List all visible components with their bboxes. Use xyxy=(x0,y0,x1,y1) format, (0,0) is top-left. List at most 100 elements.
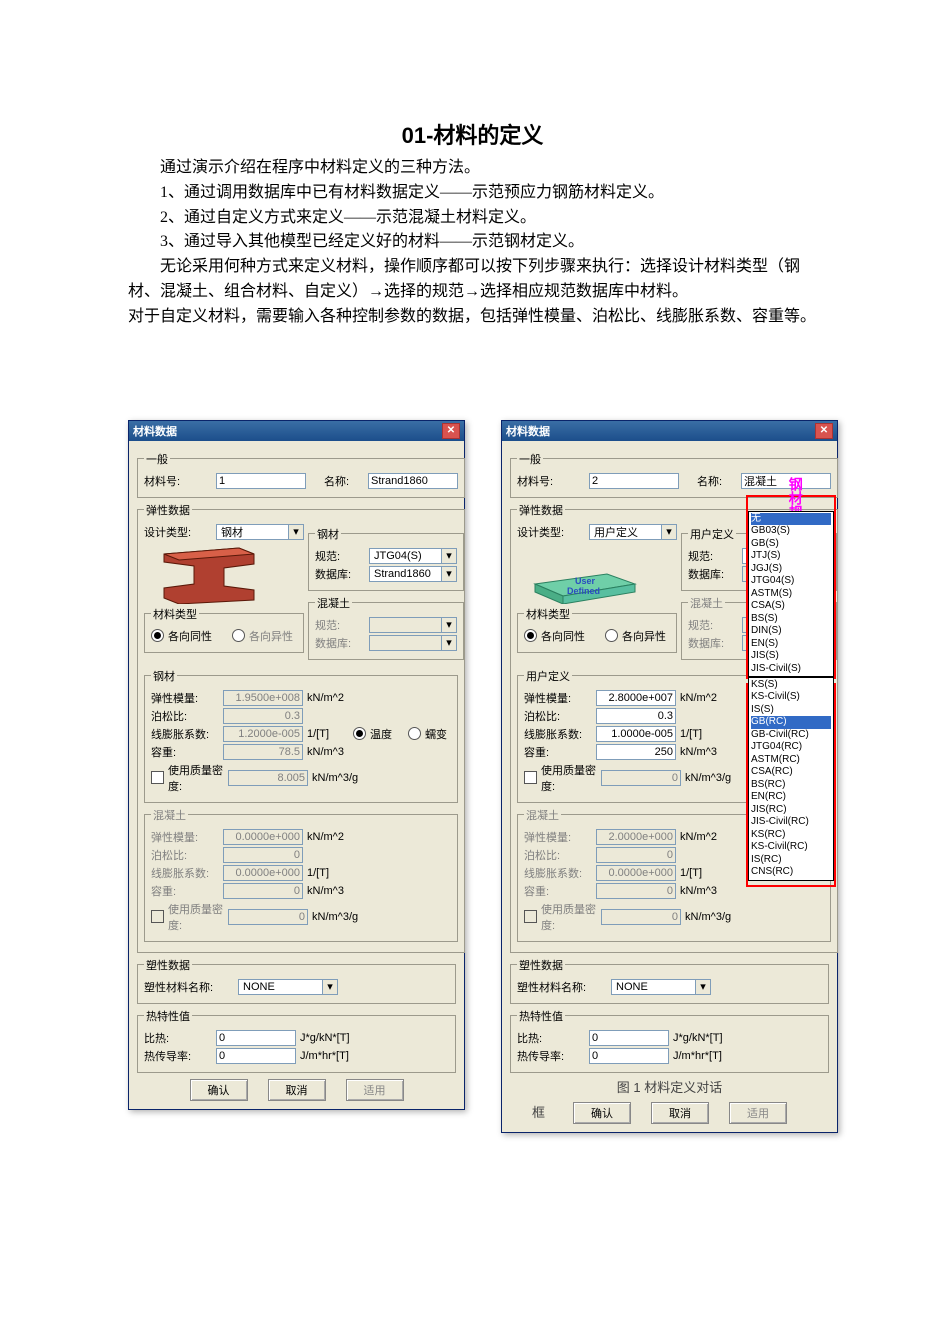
input-specheat[interactable] xyxy=(589,1030,669,1046)
spec-option[interactable]: ASTM(RC) xyxy=(751,754,831,767)
spec-option[interactable]: 无 xyxy=(751,513,831,526)
spec-option[interactable]: JIS(S) xyxy=(751,650,831,663)
input-matno[interactable] xyxy=(216,473,306,489)
group-elastic-legend: 弹性数据 xyxy=(144,502,192,518)
input-conduct[interactable] xyxy=(589,1048,669,1064)
input-poisson[interactable] xyxy=(596,708,676,724)
spec-option[interactable]: JTG04(RC) xyxy=(751,741,831,754)
doc-p4: 3、通过导入其他模型已经定义好的材料——示范钢材定义。 xyxy=(128,230,817,255)
spec-option[interactable]: GB(S) xyxy=(751,538,831,551)
group-mattype-legend: 材料类型 xyxy=(524,606,572,622)
label-cpois: 泊松比: xyxy=(151,847,219,863)
checkbox-cmd xyxy=(151,910,164,923)
dialog-titlebar[interactable]: 材料数据 ✕ xyxy=(502,421,837,441)
label-gamma: 容重: xyxy=(524,744,592,760)
spec-option[interactable]: JIS-Civil(RC) xyxy=(751,816,831,829)
input-conduct[interactable] xyxy=(216,1048,296,1064)
chevron-down-icon: ▾ xyxy=(288,525,303,539)
spec-option[interactable]: ASTM(S) xyxy=(751,588,831,601)
spec-option[interactable]: DIN(S) xyxy=(751,625,831,638)
input-cE xyxy=(596,829,676,845)
select-designtype[interactable]: 用户定义 ▾ xyxy=(589,524,677,540)
spec-option[interactable]: JTJ(S) xyxy=(751,550,831,563)
dialog-title: 材料数据 xyxy=(133,423,442,439)
group-steel-spec-legend: 钢材 xyxy=(315,526,341,542)
close-icon[interactable]: ✕ xyxy=(815,423,833,439)
radio-anisotropic[interactable] xyxy=(232,629,245,642)
spec-option[interactable]: IS(RC) xyxy=(751,854,831,867)
spec-option[interactable]: GB03(S) xyxy=(751,525,831,538)
spec-option[interactable]: KS-Civil(S) xyxy=(751,691,831,704)
select-spec[interactable]: JTG04(S)▾ xyxy=(369,548,457,564)
checkbox-massdensity[interactable] xyxy=(524,771,537,784)
spec-option[interactable]: EN(S) xyxy=(751,638,831,651)
input-gamma[interactable] xyxy=(596,744,676,760)
spec-option[interactable]: KS(S) xyxy=(751,679,831,692)
radio-isotropic[interactable] xyxy=(151,629,164,642)
user-defined-icon: User Defined xyxy=(517,542,647,604)
spec-option[interactable]: IS(S) xyxy=(751,704,831,717)
input-cpois xyxy=(596,847,676,863)
unit-cmd: kN/m^3/g xyxy=(685,911,731,923)
apply-button[interactable]: 适用 xyxy=(729,1102,787,1124)
select-designtype[interactable]: 钢材 ▾ xyxy=(216,524,304,540)
spec-option[interactable]: CSA(RC) xyxy=(751,766,831,779)
radio-isotropic[interactable] xyxy=(524,629,537,642)
spec-dropdown-concrete[interactable]: KS(S)KS-Civil(S)IS(S)GB(RC)GB-Civil(RC)J… xyxy=(748,677,834,881)
input-name[interactable] xyxy=(741,473,831,489)
spec-option[interactable]: BS(S) xyxy=(751,613,831,626)
spec-option[interactable]: BS(RC) xyxy=(751,779,831,792)
select-db[interactable]: Strand1860▾ xyxy=(369,566,457,582)
unit-gamma: kN/m^3 xyxy=(680,746,717,758)
figure-caption-line1: 图 1 材料定义对话 xyxy=(510,1077,829,1096)
material-dialog-2: 材料数据 ✕ 一般 材料号: 名称: 弹性数据 设计类型: xyxy=(501,420,838,1133)
select-db2: ▾ xyxy=(369,635,457,651)
radio-temp[interactable] xyxy=(353,727,366,740)
ok-button[interactable]: 确认 xyxy=(573,1102,631,1124)
group-steel-props: 钢材 弹性模量:kN/m^2 泊松比: 线膨胀系数:1/[T] 温度 蠕变 容重… xyxy=(144,668,458,803)
select-plastic[interactable]: NONE▾ xyxy=(611,979,711,995)
label-isotropic: 各向同性 xyxy=(541,628,585,644)
cancel-button[interactable]: 取消 xyxy=(268,1079,326,1101)
input-matno[interactable] xyxy=(589,473,679,489)
spec-dropdown-steel[interactable]: 无GB03(S)GB(S)JTJ(S)JGJ(S)JTG04(S)ASTM(S)… xyxy=(748,511,834,678)
spec-option[interactable]: EN(RC) xyxy=(751,791,831,804)
select-designtype-value: 钢材 xyxy=(219,524,288,540)
group-elastic: 弹性数据 设计类型: 钢材 ▾ xyxy=(137,502,465,953)
group-mattype: 材料类型 各向同性 各向异性 xyxy=(144,606,304,653)
spec-option[interactable]: JIS(RC) xyxy=(751,804,831,817)
input-gamma xyxy=(223,744,303,760)
label-conduct: 热传导率: xyxy=(517,1048,585,1064)
doc-p2: 1、通过调用数据库中已有材料数据定义——示范预应力钢筋材料定义。 xyxy=(128,181,817,206)
spec-option[interactable]: KS(RC) xyxy=(751,829,831,842)
spec-option[interactable]: GB(RC) xyxy=(751,716,831,729)
input-specheat[interactable] xyxy=(216,1030,296,1046)
input-alpha[interactable] xyxy=(596,726,676,742)
spec-option[interactable]: CSA(S) xyxy=(751,600,831,613)
input-alpha xyxy=(223,726,303,742)
group-steel-props-legend: 钢材 xyxy=(151,668,177,684)
unit-alpha: 1/[T] xyxy=(307,728,329,740)
checkbox-massdensity[interactable] xyxy=(151,771,164,784)
cancel-button[interactable]: 取消 xyxy=(651,1102,709,1124)
spec-option[interactable]: JTG04(S) xyxy=(751,575,831,588)
radio-anisotropic[interactable] xyxy=(605,629,618,642)
input-name[interactable] xyxy=(368,473,458,489)
input-E[interactable] xyxy=(596,690,676,706)
apply-button[interactable]: 适用 xyxy=(346,1079,404,1101)
group-user-props-legend: 用户定义 xyxy=(524,668,572,684)
doc-body: 通过演示介绍在程序中材料定义的三种方法。 1、通过调用数据库中已有材料数据定义—… xyxy=(0,156,945,330)
label-cgamma: 容重: xyxy=(524,883,592,899)
radio-creep[interactable] xyxy=(408,727,421,740)
input-calpha xyxy=(596,865,676,881)
ok-button[interactable]: 确认 xyxy=(190,1079,248,1101)
dialog-titlebar[interactable]: 材料数据 ✕ xyxy=(129,421,464,441)
spec-option[interactable]: GB-Civil(RC) xyxy=(751,729,831,742)
spec-option[interactable]: CNS(RC) xyxy=(751,866,831,879)
spec-option[interactable]: KS-Civil(RC) xyxy=(751,841,831,854)
select-plastic[interactable]: NONE▾ xyxy=(238,979,338,995)
spec-option[interactable]: JGJ(S) xyxy=(751,563,831,576)
close-icon[interactable]: ✕ xyxy=(442,423,460,439)
dialog-title: 材料数据 xyxy=(506,423,815,439)
spec-option[interactable]: JIS-Civil(S) xyxy=(751,663,831,676)
